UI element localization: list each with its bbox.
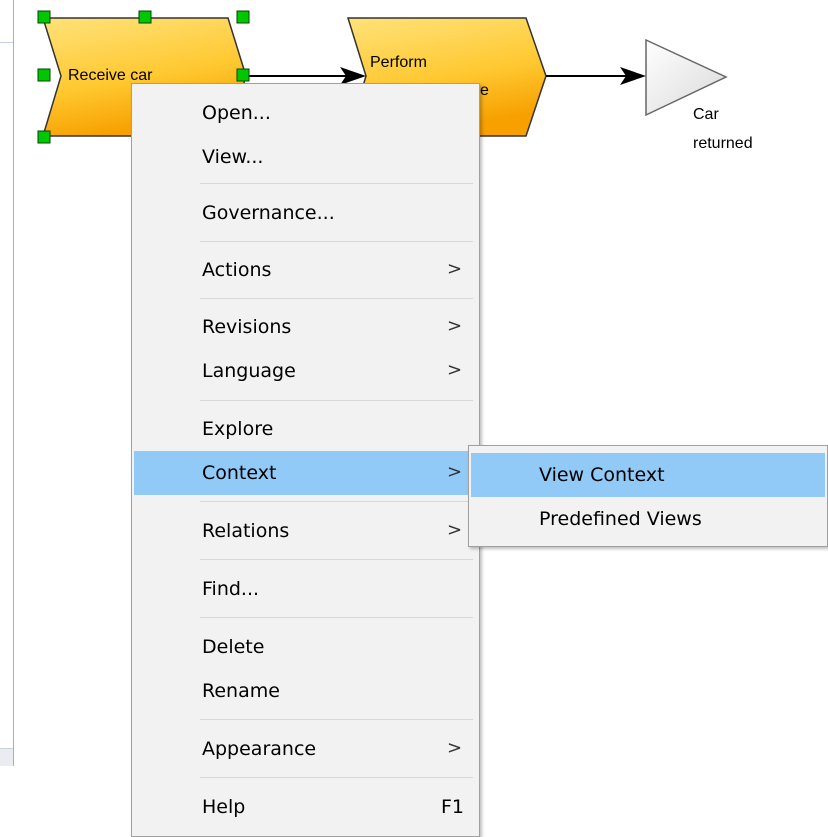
menu-item-label: Context (202, 462, 277, 484)
submenu-arrow-icon: > (447, 359, 463, 381)
menu-item-view[interactable]: View... (134, 135, 477, 179)
menu-item-relations[interactable]: Relations > (134, 509, 477, 553)
menu-item-label: Appearance (202, 738, 317, 760)
menu-separator (200, 777, 473, 778)
function-perform-label-suffix: e (480, 82, 489, 99)
context-submenu: View Context Predefined Views (468, 445, 828, 547)
menu-item-label: Governance... (202, 202, 335, 224)
menu-separator (200, 501, 473, 502)
menu-item-label: Language (202, 360, 296, 382)
menu-separator (200, 719, 473, 720)
menu-item-label: Explore (202, 418, 274, 440)
menu-item-help[interactable]: Help F1 (134, 785, 477, 829)
submenu-arrow-icon: > (447, 461, 463, 483)
menu-separator (200, 559, 473, 560)
submenu-arrow-icon: > (447, 315, 463, 337)
menu-item-revisions[interactable]: Revisions > (134, 305, 477, 349)
menu-separator (200, 298, 473, 299)
menu-item-explore[interactable]: Explore (134, 407, 477, 451)
menu-item-label: Open... (202, 102, 271, 124)
shortcut-label: F1 (441, 796, 465, 818)
menu-separator (200, 617, 473, 618)
event-car-returned-shape[interactable] (645, 38, 728, 117)
menu-item-label: Actions (202, 259, 272, 281)
submenu-arrow-icon: > (447, 737, 463, 759)
menu-item-label: Relations (202, 520, 290, 542)
menu-item-delete[interactable]: Delete (134, 625, 477, 669)
menu-separator (200, 400, 473, 401)
menu-item-language[interactable]: Language > (134, 349, 477, 393)
submenu-item-label: Predefined Views (539, 508, 702, 530)
submenu-arrow-icon: > (447, 519, 463, 541)
menu-item-appearance[interactable]: Appearance > (134, 727, 477, 771)
context-menu: Open... View... Governance... Actions > … (131, 83, 480, 837)
menu-item-context[interactable]: Context > (134, 451, 477, 495)
menu-item-label: Delete (202, 636, 265, 658)
menu-separator (200, 183, 473, 184)
menu-item-open[interactable]: Open... (134, 91, 477, 135)
menu-item-label: Rename (202, 680, 280, 702)
menu-separator (200, 241, 473, 242)
menu-item-label: View... (202, 146, 264, 168)
event-label-line1: Car (693, 106, 719, 123)
function-perform-label: Perform (370, 54, 427, 71)
submenu-item-view-context[interactable]: View Context (471, 453, 825, 497)
menu-item-label: Find... (202, 578, 260, 600)
menu-item-find[interactable]: Find... (134, 567, 477, 611)
menu-item-label: Help (202, 796, 246, 818)
menu-item-governance[interactable]: Governance... (134, 191, 477, 235)
menu-item-label: Revisions (202, 316, 292, 338)
menu-item-rename[interactable]: Rename (134, 669, 477, 713)
submenu-item-predefined-views[interactable]: Predefined Views (471, 497, 825, 541)
submenu-arrow-icon: > (447, 258, 463, 280)
submenu-item-label: View Context (539, 464, 665, 486)
event-label-line2: returned (693, 135, 753, 152)
menu-item-actions[interactable]: Actions > (134, 248, 477, 292)
